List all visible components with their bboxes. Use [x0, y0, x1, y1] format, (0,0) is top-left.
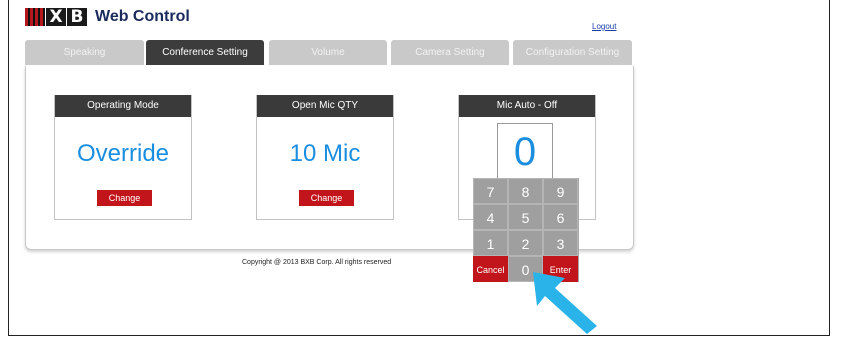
- tab-speaking[interactable]: Speaking: [25, 40, 144, 65]
- open-mic-qty-value: 10 Mic: [289, 140, 361, 167]
- key-4[interactable]: 4: [473, 204, 508, 230]
- tab-camera-setting[interactable]: Camera Setting: [391, 40, 509, 65]
- key-8[interactable]: 8: [508, 178, 543, 204]
- key-2[interactable]: 2: [508, 230, 543, 256]
- key-7[interactable]: 7: [473, 178, 508, 204]
- key-5[interactable]: 5: [508, 204, 543, 230]
- card-title: Operating Mode: [55, 95, 191, 117]
- tab-configuration-setting[interactable]: Configuration Setting: [513, 40, 632, 65]
- change-operating-mode-button[interactable]: Change: [97, 190, 152, 206]
- change-open-mic-qty-button[interactable]: Change: [299, 190, 354, 206]
- pointer-arrow-icon: [533, 272, 597, 334]
- bxb-logo-icon: XB: [25, 8, 87, 26]
- keypad-display: 0: [497, 123, 553, 179]
- brand-logo: XB Web Control: [25, 7, 190, 27]
- app-title: Web Control: [95, 8, 190, 25]
- key-3[interactable]: 3: [543, 230, 578, 256]
- card-title: Open Mic QTY: [257, 95, 393, 117]
- logout-link[interactable]: Logout: [592, 22, 616, 31]
- key-6[interactable]: 6: [543, 204, 578, 230]
- open-mic-qty-card: Open Mic QTY 10 Mic Change: [256, 95, 394, 220]
- card-title: Mic Auto - Off: [459, 95, 595, 117]
- tab-conference-setting[interactable]: Conference Setting: [146, 40, 264, 65]
- numeric-keypad: 7 8 9 4 5 6 1 2 3 Cancel 0 Enter: [473, 178, 579, 282]
- cancel-button[interactable]: Cancel: [473, 256, 508, 282]
- operating-mode-card: Operating Mode Override Change: [54, 95, 192, 220]
- tab-volume[interactable]: Volume: [269, 40, 387, 65]
- key-9[interactable]: 9: [543, 178, 578, 204]
- copyright-text: Copyright @ 2013 BXB Corp. All rights re…: [242, 259, 392, 266]
- operating-mode-value: Override: [76, 140, 170, 167]
- key-1[interactable]: 1: [473, 230, 508, 256]
